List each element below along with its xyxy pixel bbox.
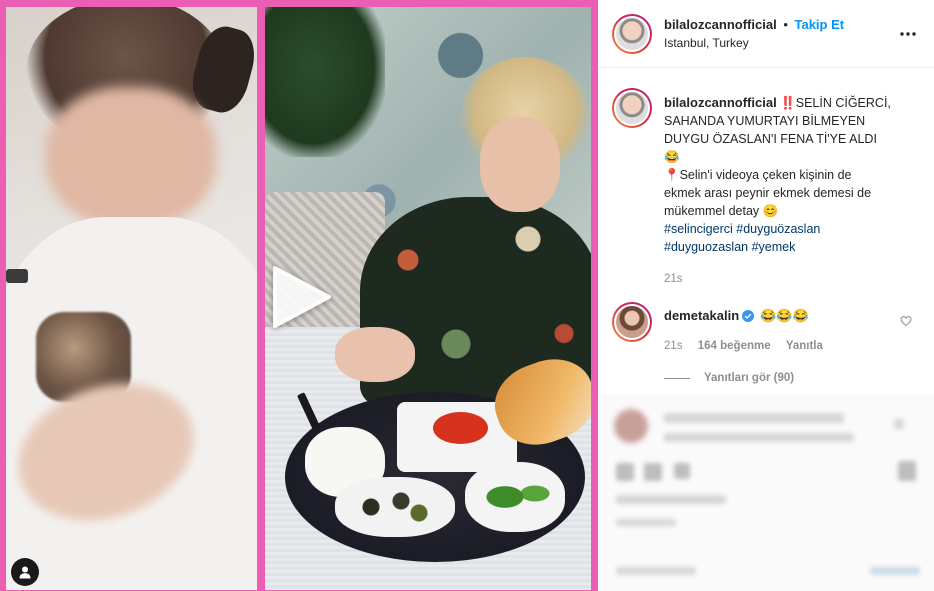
- caption-line: DUYGU ÖZASLAN'I FENA Tİ'YE ALDI: [664, 132, 877, 146]
- caption-line: ekmek arası peynir ekmek demesi de: [664, 186, 872, 200]
- header-separator: •: [783, 17, 788, 32]
- caption-timestamp[interactable]: 21s: [664, 270, 909, 288]
- caption-line: 📍Selin'i videoya çeken kişinin de: [664, 168, 852, 182]
- author-avatar[interactable]: [612, 14, 652, 54]
- commenter-username[interactable]: demetakalin: [664, 308, 739, 323]
- more-options-button[interactable]: [898, 24, 918, 44]
- comment-timestamp[interactable]: 21s: [664, 340, 683, 352]
- view-replies-label: Yanıtları gör (90): [704, 372, 795, 384]
- view-replies-button[interactable]: Yanıtları gör (90): [664, 372, 794, 384]
- caption-line: mükemmel detay 😊: [664, 204, 779, 218]
- tagged-users-button[interactable]: [11, 558, 39, 586]
- caption-username[interactable]: bilalozcannofficial: [664, 95, 777, 110]
- blurred-actions-area: [598, 395, 934, 591]
- author-username[interactable]: bilalozcannofficial: [664, 17, 777, 32]
- like-comment-button[interactable]: [900, 315, 916, 331]
- hashtag-link[interactable]: #duyguozaslan: [664, 240, 748, 254]
- post-media[interactable]: [0, 0, 598, 591]
- hashtag-link[interactable]: #duyguözaslan: [736, 222, 820, 236]
- comment-text: 😂😂😂: [760, 308, 809, 323]
- play-button[interactable]: [271, 264, 333, 330]
- comment-likes[interactable]: 164 beğenme: [698, 340, 771, 352]
- video-frame-left: [6, 7, 257, 590]
- heart-icon: [900, 316, 912, 327]
- post-header: bilalozcannofficial • Takip Et Istanbul,…: [598, 0, 934, 68]
- follow-button[interactable]: Takip Et: [795, 17, 845, 32]
- more-horizontal-icon: [900, 32, 916, 36]
- caption-line: ‼️SELİN CİĞERCİ,: [780, 96, 891, 110]
- hashtag-link[interactable]: #yemek: [752, 240, 796, 254]
- hashtag-link[interactable]: #selincigerci: [664, 222, 733, 236]
- caption-line: SAHANDA YUMURTAYI BİLMEYEN: [664, 114, 866, 128]
- commenter-avatar[interactable]: [612, 302, 652, 342]
- replies-divider: [664, 377, 690, 379]
- play-icon: [273, 266, 331, 328]
- post-sidebar: bilalozcannofficial • Takip Et Istanbul,…: [598, 0, 934, 591]
- caption-author-avatar[interactable]: [612, 88, 652, 128]
- reply-button[interactable]: Yanıtla: [786, 340, 823, 352]
- verified-badge-icon: [742, 310, 755, 325]
- post-location[interactable]: Istanbul, Turkey: [664, 36, 749, 50]
- caption-line: 😂: [664, 150, 680, 164]
- user-icon: [19, 566, 31, 579]
